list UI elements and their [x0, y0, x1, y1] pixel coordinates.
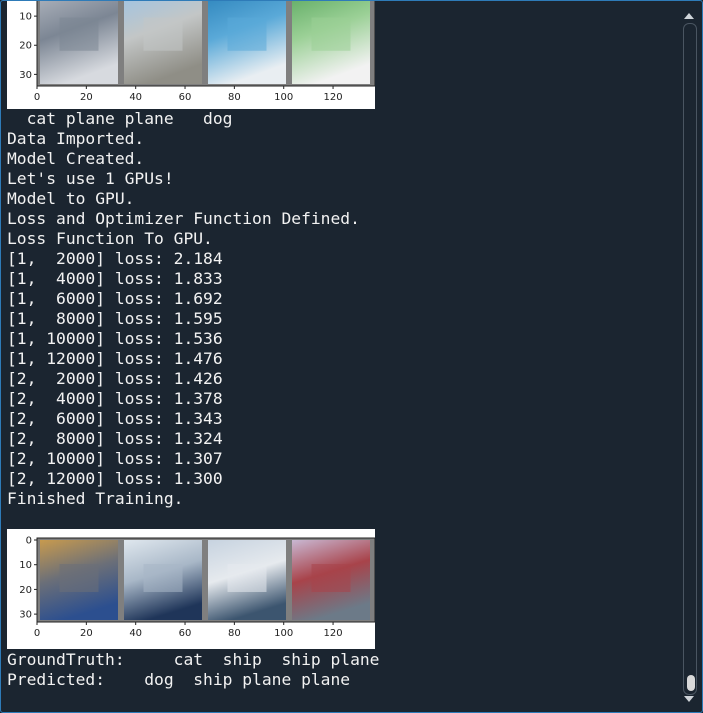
log-line: Loss Function To GPU.: [7, 229, 213, 248]
y-tick-label: 30: [19, 610, 32, 621]
scroll-down-arrow-icon[interactable]: [684, 696, 694, 702]
log-line: [2, 10000] loss: 1.307: [7, 449, 223, 468]
plane-thumbnail-subject: [311, 564, 351, 592]
output-panel: 0 20 40 60 80 100 120 10 20 30 cat plane plane do…: [0, 0, 703, 713]
scrollbar-track[interactable]: [683, 23, 697, 695]
log-line: [2, 6000] loss: 1.343: [7, 409, 223, 428]
x-tick-label: 120: [324, 92, 343, 103]
ship-thumbnail-subject: [143, 564, 183, 592]
x-tick-label: 60: [179, 92, 192, 103]
x-tick-label: 0: [34, 92, 40, 103]
y-tick-label: 30: [19, 70, 32, 81]
x-tick-label: 20: [80, 628, 93, 639]
scroll-up-arrow-icon[interactable]: [684, 13, 694, 19]
log-line: [2, 2000] loss: 1.426: [7, 369, 223, 388]
log-line: Model Created.: [7, 149, 145, 168]
x-tick-label: 80: [228, 628, 241, 639]
groundtruth-line: GroundTruth: cat ship ship plane: [7, 650, 380, 669]
log-line: [1, 2000] loss: 2.184: [7, 249, 223, 268]
log-line: [1, 10000] loss: 1.536: [7, 329, 223, 348]
cat-thumbnail-subject: [59, 17, 99, 51]
scrollbar-thumb[interactable]: [687, 675, 695, 691]
sample-images-figure-1: 0 20 40 60 80 100 120 10 20 30: [7, 1, 375, 109]
y-tick-label: 10: [19, 560, 32, 571]
log-line: [1, 6000] loss: 1.692: [7, 289, 223, 308]
dog-thumbnail-subject: [311, 17, 351, 51]
predicted-line: Predicted: dog ship plane plane: [7, 670, 351, 689]
log-line: Model to GPU.: [7, 189, 135, 208]
log-line: Let's use 1 GPUs!: [7, 169, 174, 188]
x-tick-label: 40: [129, 628, 142, 639]
x-tick-label: 60: [179, 628, 192, 639]
log-line: [1, 12000] loss: 1.476: [7, 349, 223, 368]
x-tick-label: 0: [34, 628, 40, 639]
x-tick-label: 100: [274, 92, 293, 103]
y-tick-label: 10: [19, 12, 32, 23]
y-tick-label: 20: [19, 41, 32, 52]
plane-thumbnail-subject: [227, 17, 267, 51]
x-tick-label: 120: [324, 628, 343, 639]
sample-images-figure-2: 0 20 40 60 80 100 120 0 10 20 30: [7, 529, 375, 649]
vertical-scrollbar[interactable]: [682, 9, 698, 706]
x-tick-label: 40: [129, 92, 142, 103]
figure-1-class-labels: cat plane plane dog: [7, 109, 233, 128]
figure-1-axes: 0 20 40 60 80 100 120 10 20 30: [19, 1, 375, 103]
x-tick-label: 20: [80, 92, 93, 103]
log-line: Loss and Optimizer Function Defined.: [7, 209, 360, 228]
log-line: [2, 4000] loss: 1.378: [7, 389, 223, 408]
ship-thumbnail-subject: [227, 564, 267, 592]
plane-thumbnail-subject: [143, 17, 183, 51]
x-tick-label: 100: [274, 628, 293, 639]
log-line: [2, 12000] loss: 1.300: [7, 469, 223, 488]
log-line: [2, 8000] loss: 1.324: [7, 429, 223, 448]
log-line: [1, 8000] loss: 1.595: [7, 309, 223, 328]
y-tick-label: 0: [26, 536, 32, 547]
log-line: Finished Training.: [7, 489, 184, 508]
figure-2-axes: 0 20 40 60 80 100 120 0 10 20 30: [19, 536, 375, 639]
y-tick-label: 20: [19, 585, 32, 596]
log-line: [1, 4000] loss: 1.833: [7, 269, 223, 288]
x-tick-label: 80: [228, 92, 241, 103]
cat-thumbnail-subject: [59, 564, 99, 592]
log-line: Data Imported.: [7, 129, 145, 148]
